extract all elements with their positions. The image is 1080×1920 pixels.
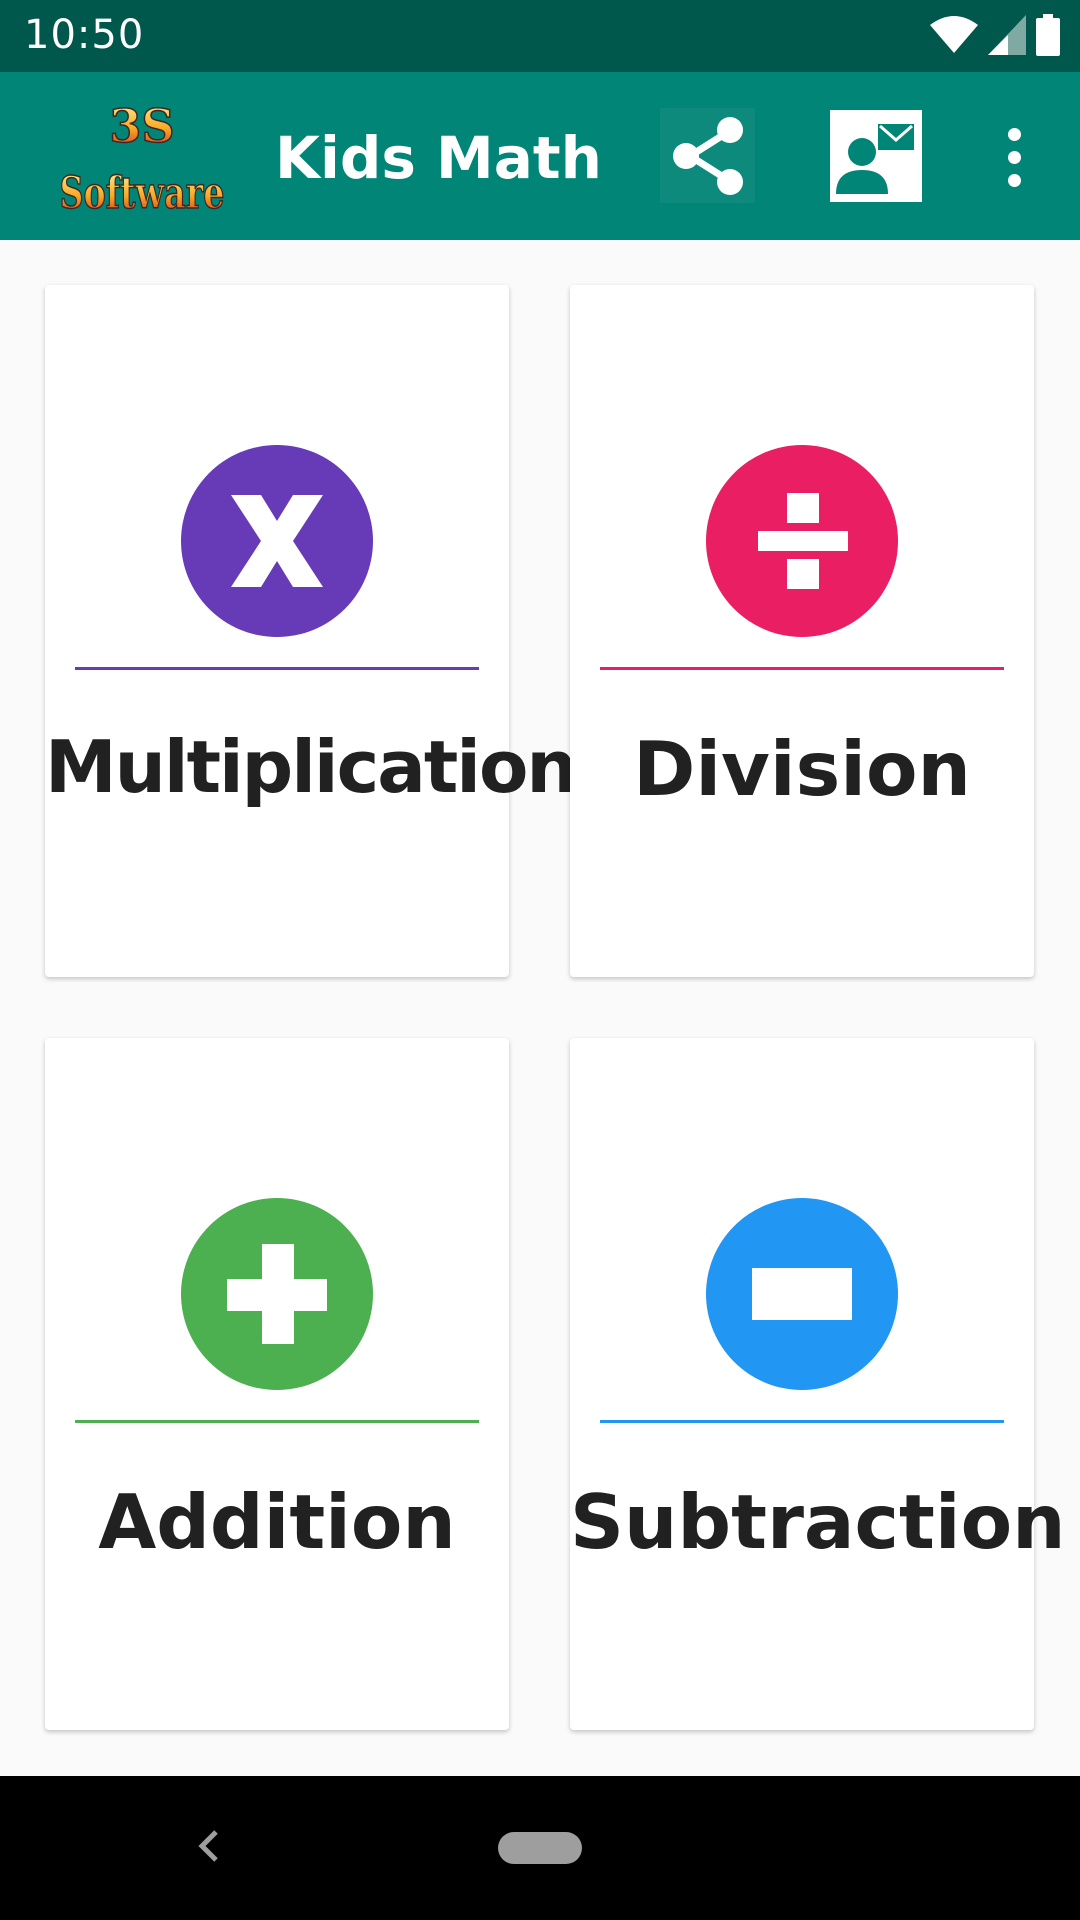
- multiply-icon: [181, 445, 373, 637]
- contact-mail-icon: [826, 106, 926, 206]
- more-vert-icon-dot: [1007, 127, 1021, 141]
- status-icons: [930, 14, 1060, 56]
- addition-card[interactable]: Addition: [45, 1038, 509, 1730]
- navigation-bar: [0, 1776, 1080, 1920]
- back-icon: [198, 1830, 218, 1862]
- contact-button[interactable]: [826, 106, 926, 206]
- divide-icon: [706, 445, 898, 637]
- wifi-icon: [930, 16, 978, 53]
- card-label: Addition: [98, 1478, 456, 1566]
- card-divider: [75, 667, 479, 670]
- card-label: Division: [633, 725, 971, 813]
- status-bar: 10:50: [0, 0, 1080, 72]
- subtraction-card[interactable]: Subtraction: [570, 1038, 1066, 1730]
- more-vert-icon-dot: [1007, 173, 1021, 187]
- plus-icon: [181, 1198, 373, 1390]
- card-label: Subtraction: [570, 1478, 1066, 1566]
- division-card[interactable]: Division: [570, 285, 1034, 977]
- card-divider: [75, 1420, 479, 1423]
- operation-grid: Multiplication Division Addition Subtrac…: [0, 240, 1080, 1776]
- home-pill[interactable]: [498, 1832, 582, 1864]
- back-button[interactable]: [188, 1816, 228, 1876]
- card-divider: [600, 667, 1004, 670]
- battery-icon: [1036, 14, 1060, 56]
- minus-icon: [706, 1198, 898, 1390]
- multiplication-card[interactable]: Multiplication: [45, 285, 578, 977]
- app-title: Kids Math: [275, 124, 602, 192]
- cell-signal-icon: [988, 15, 1026, 55]
- logo-text-line2: Software: [60, 168, 225, 219]
- logo-text-line1: 3S: [109, 99, 174, 153]
- app-logo: 3S Software: [55, 90, 230, 220]
- app-bar: 3S Software Kids Math: [0, 72, 1080, 240]
- share-icon: [672, 116, 743, 195]
- status-time: 10:50: [24, 12, 145, 58]
- card-label: Multiplication: [45, 725, 578, 809]
- more-vert-icon-dot: [1007, 150, 1021, 164]
- share-button[interactable]: [660, 108, 755, 203]
- card-divider: [600, 1420, 1004, 1423]
- more-options-button[interactable]: [990, 122, 1038, 192]
